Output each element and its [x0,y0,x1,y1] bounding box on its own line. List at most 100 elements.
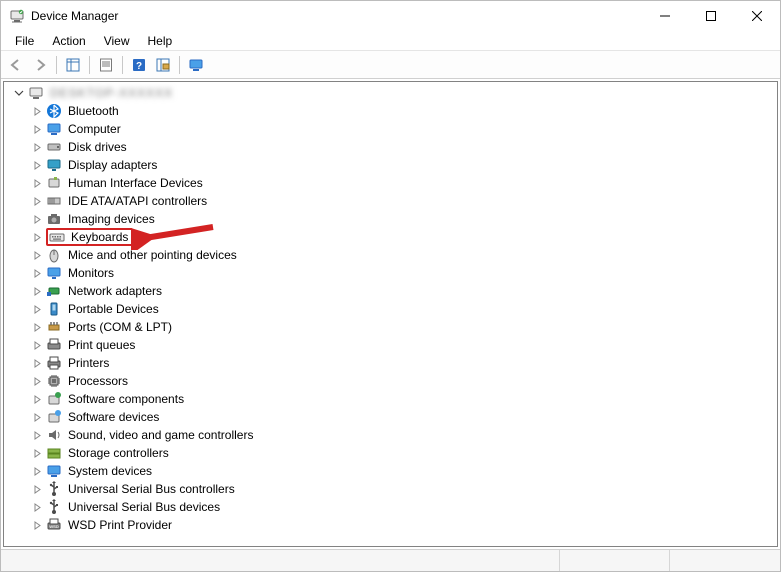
expand-icon[interactable] [30,320,44,334]
tree-node-label: Printers [66,356,111,370]
expand-icon[interactable] [30,338,44,352]
expand-icon[interactable] [30,158,44,172]
tree-node[interactable]: WSDWSD Print Provider [8,516,777,534]
tree-node[interactable]: Sound, video and game controllers [8,426,777,444]
toolbar-separator [122,56,123,74]
tree-node[interactable]: Network adapters [8,282,777,300]
menu-help[interactable]: Help [140,33,181,49]
annotation-highlight: Keyboards [46,228,133,246]
tree-node[interactable]: Print queues [8,336,777,354]
devices-view-button[interactable] [185,54,207,76]
expand-icon[interactable] [30,374,44,388]
tree-node[interactable]: Human Interface Devices [8,174,777,192]
svg-text:WSD: WSD [49,524,58,529]
tree-node[interactable]: Computer [8,120,777,138]
tree-node[interactable]: Imaging devices [8,210,777,228]
tree-node[interactable]: Storage controllers [8,444,777,462]
expand-icon[interactable] [30,302,44,316]
tree-node-label: Processors [66,374,130,388]
help-button[interactable]: ? [128,54,150,76]
app-icon [9,8,25,24]
bluetooth-icon [46,103,62,119]
status-cell [670,550,780,571]
tree-node[interactable]: Software devices [8,408,777,426]
toolbar-separator [56,56,57,74]
forward-button[interactable] [29,54,51,76]
expand-icon[interactable] [30,230,44,244]
portable-icon [46,301,62,317]
expand-icon[interactable] [30,482,44,496]
back-button[interactable] [5,54,27,76]
menu-view[interactable]: View [96,33,138,49]
show-hide-console-tree-button[interactable] [62,54,84,76]
expand-icon[interactable] [30,410,44,424]
properties-button[interactable] [95,54,117,76]
window-title: Device Manager [31,9,642,23]
tree-node[interactable]: Software components [8,390,777,408]
tree-node[interactable]: Display adapters [8,156,777,174]
toolbar: ? [1,51,780,79]
maximize-button[interactable] [688,1,734,31]
expand-icon[interactable] [30,284,44,298]
expand-icon[interactable] [30,518,44,532]
sound-icon [46,427,62,443]
tree-node[interactable]: Processors [8,372,777,390]
usb-icon [46,481,62,497]
tree-node-label: Display adapters [66,158,159,172]
print-queue-icon [46,337,62,353]
expand-icon[interactable] [30,500,44,514]
tree-node[interactable]: Monitors [8,264,777,282]
expand-icon[interactable] [30,212,44,226]
tree-node[interactable]: Universal Serial Bus devices [8,498,777,516]
tree-node[interactable]: IDE ATA/ATAPI controllers [8,192,777,210]
tree-node-label: Monitors [66,266,116,280]
tree-node[interactable]: Mice and other pointing devices [8,246,777,264]
expand-icon[interactable] [30,194,44,208]
tree-node-label: Software devices [66,410,161,424]
printer-icon [46,355,62,371]
tree-root-node[interactable]: DESKTOP-XXXXXX [8,84,777,102]
imaging-icon [46,211,62,227]
device-manager-window: Device Manager File Action View Help [0,0,781,572]
tree-node[interactable]: Bluetooth [8,102,777,120]
tree-node[interactable]: System devices [8,462,777,480]
menu-file[interactable]: File [7,33,42,49]
expand-icon[interactable] [30,176,44,190]
tree-node-label: Universal Serial Bus controllers [66,482,237,496]
tree-node[interactable]: Universal Serial Bus controllers [8,480,777,498]
minimize-button[interactable] [642,1,688,31]
expand-icon[interactable] [30,122,44,136]
tree-node-label: Keyboards [69,230,130,244]
tree-node[interactable]: Printers [8,354,777,372]
expand-icon[interactable] [30,104,44,118]
expand-icon[interactable] [30,248,44,262]
monitor-device-icon [46,265,62,281]
device-tree[interactable]: DESKTOP-XXXXXX BluetoothComputerDisk dri… [3,81,778,547]
expand-icon[interactable] [30,446,44,460]
menu-action[interactable]: Action [44,33,93,49]
expand-icon[interactable] [30,356,44,370]
usb-device-icon [46,499,62,515]
tree-node[interactable]: Ports (COM & LPT) [8,318,777,336]
tree-node[interactable]: Portable Devices [8,300,777,318]
tree-node-label: Network adapters [66,284,164,298]
expand-icon[interactable] [30,428,44,442]
scan-hardware-button[interactable] [152,54,174,76]
software-dev-icon [46,409,62,425]
tree-node-label: Storage controllers [66,446,171,460]
ports-icon [46,319,62,335]
expand-icon[interactable] [30,266,44,280]
tree-node[interactable]: Keyboards [8,228,777,246]
status-cell [1,550,560,571]
mouse-icon [46,247,62,263]
expand-icon[interactable] [30,392,44,406]
menubar: File Action View Help [1,31,780,51]
collapse-icon[interactable] [12,86,26,100]
computer-root-icon [28,85,44,101]
tree-node[interactable]: Disk drives [8,138,777,156]
expand-icon[interactable] [30,464,44,478]
close-button[interactable] [734,1,780,31]
svg-text:?: ? [136,61,142,72]
expand-icon[interactable] [30,140,44,154]
tree-node-label: Human Interface Devices [66,176,205,190]
